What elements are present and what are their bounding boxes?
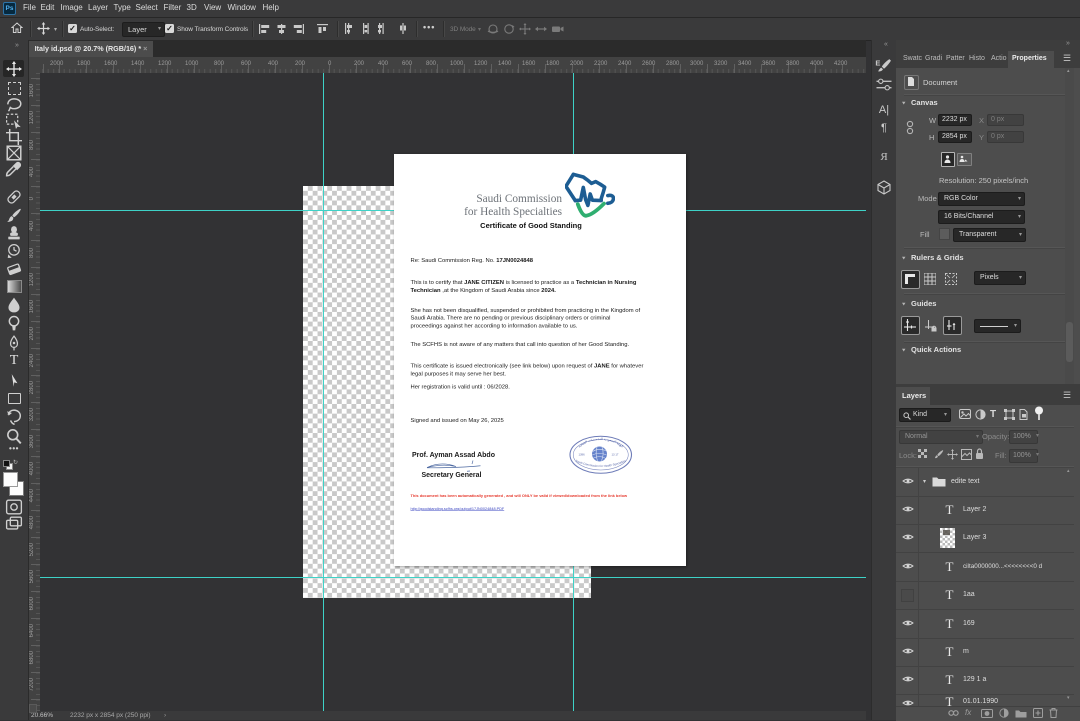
svg-text:13 17: 13 17 <box>612 453 619 457</box>
svg-text:1396: 1396 <box>579 453 586 457</box>
svg-text:E: E <box>875 59 880 68</box>
